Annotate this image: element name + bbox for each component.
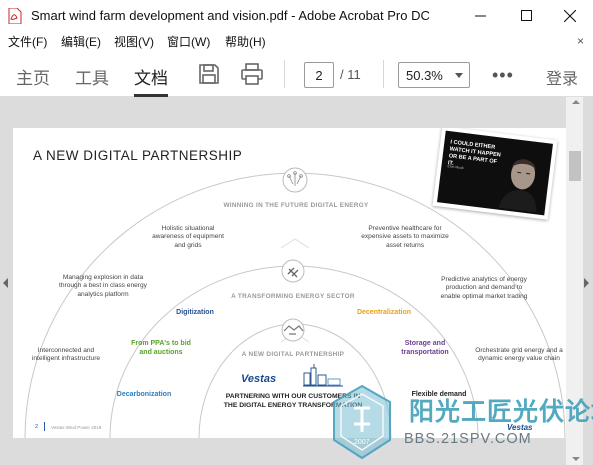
- title-bar: Smart wind farm development and vision.p…: [0, 0, 593, 31]
- menu-view[interactable]: 视图(V): [114, 33, 154, 50]
- next-page-arrow-icon[interactable]: [584, 278, 589, 288]
- keyword-storage: Storage and transportation: [401, 340, 449, 356]
- menu-file[interactable]: 文件(F): [8, 33, 47, 50]
- toolbar: 主页 工具 文档 2 / 11 50.3% ••• 登录: [0, 52, 593, 97]
- middle-ring-label: A TRANSFORMING ENERGY SECTOR: [231, 293, 355, 300]
- toolbar-separator: [383, 60, 384, 88]
- watermark-year: 2007: [354, 439, 370, 446]
- vestas-logo: Vestas: [241, 373, 277, 385]
- outer-item-healthcare: Preventive healthcare for expensive asse…: [361, 225, 449, 249]
- photo-attribution: Elon Musk: [447, 164, 464, 171]
- slide-footer: Vestas Wind Power 2018: [51, 425, 102, 430]
- tab-document[interactable]: 文档: [134, 64, 168, 89]
- zoom-select[interactable]: 50.3%: [398, 62, 470, 88]
- close-icon: [564, 9, 576, 22]
- previous-page-arrow-icon[interactable]: [3, 278, 8, 288]
- save-icon[interactable]: [197, 62, 221, 86]
- minimize-icon: [474, 15, 486, 17]
- quote-photo-image: I COULD EITHER WATCH IT HAPPEN OR BE A P…: [437, 130, 553, 216]
- outer-item-explosion: Managing explosion in data through a bes…: [59, 274, 147, 298]
- slide-title: A NEW DIGITAL PARTNERSHIP: [33, 148, 243, 163]
- keyword-ppa: From PPA's to bid and auctions: [131, 340, 191, 356]
- outer-item-holistic: Holistic situational awareness of equipm…: [152, 225, 224, 249]
- outer-ring-label: WINNING IN THE FUTURE DIGITAL ENERGY: [223, 202, 369, 209]
- tab-tools[interactable]: 工具: [75, 64, 109, 89]
- maximize-icon: [520, 10, 532, 21]
- scroll-up-arrow-icon[interactable]: [572, 100, 580, 104]
- outer-item-predictive: Predictive analytics of energy productio…: [440, 276, 528, 300]
- footer-divider: [44, 422, 45, 431]
- scrollbar-thumb[interactable]: [569, 151, 581, 181]
- menu-bar: 文件(F) 编辑(E) 视图(V) 窗口(W) 帮助(H) ×: [0, 31, 593, 52]
- slide-page-number: 2: [35, 424, 39, 430]
- watermark-title: 阳光工匠光伏论坛: [409, 398, 593, 426]
- zoom-value: 50.3%: [406, 68, 443, 83]
- menu-window[interactable]: 窗口(W): [167, 33, 210, 50]
- page-total: / 11: [340, 67, 361, 82]
- chevron-down-icon: [455, 73, 463, 78]
- keyword-digitization: Digitization: [176, 309, 214, 316]
- close-button[interactable]: [547, 0, 593, 31]
- outer-item-orchestrate: Orchestrate grid energy and a dynamic en…: [475, 347, 563, 363]
- tab-home[interactable]: 主页: [16, 64, 50, 89]
- inner-ring-label: A NEW DIGITAL PARTNERSHIP: [241, 351, 345, 358]
- quote-photo: I COULD EITHER WATCH IT HAPPEN OR BE A P…: [432, 128, 558, 220]
- menu-edit[interactable]: 编辑(E): [61, 33, 101, 50]
- window-title: Smart wind farm development and vision.p…: [31, 8, 430, 23]
- more-options-icon[interactable]: •••: [492, 65, 514, 86]
- print-icon[interactable]: [240, 62, 264, 86]
- keyword-decentralization: Decentralization: [356, 309, 412, 316]
- portrait-image: [498, 159, 537, 213]
- page-number-input[interactable]: 2: [304, 62, 334, 88]
- menu-help[interactable]: 帮助(H): [225, 33, 266, 50]
- document-close-icon[interactable]: ×: [577, 34, 584, 48]
- maximize-button[interactable]: [503, 0, 549, 31]
- watermark-url: BBS.21SPV.COM: [404, 431, 532, 447]
- keyword-decarbonization: Decarbonization: [116, 391, 172, 398]
- pdf-file-icon: [8, 8, 22, 24]
- outer-item-interconnected: Interconnected and intelligent infrastru…: [31, 347, 101, 363]
- minimize-button[interactable]: [457, 0, 503, 31]
- login-button[interactable]: 登录: [546, 65, 578, 89]
- toolbar-separator: [284, 60, 285, 88]
